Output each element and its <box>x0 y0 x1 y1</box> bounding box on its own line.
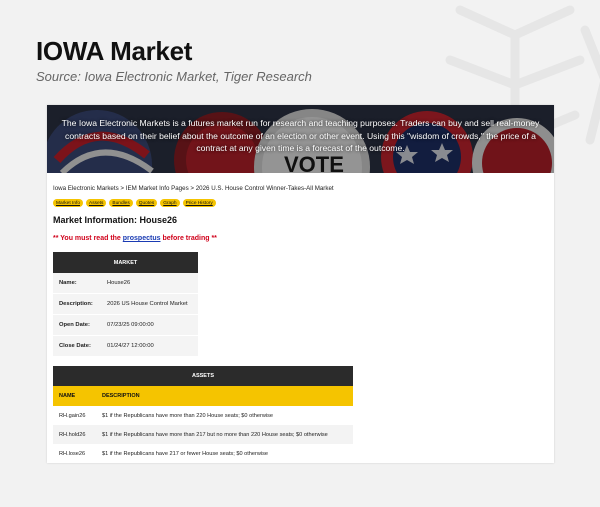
tab-assets[interactable]: Assets <box>86 199 107 207</box>
table-row: RH.hold26 $1 if the Republicans have mor… <box>53 425 353 444</box>
row-value: 2026 US House Control Market <box>101 293 198 315</box>
row-value: 07/23/25 09:00:00 <box>101 314 198 336</box>
assets-table-header: ASSETS <box>53 366 353 386</box>
page-title: IOWA Market <box>36 36 193 66</box>
tab-price-history[interactable]: Price History <box>182 199 216 207</box>
row-label: Description: <box>53 293 101 315</box>
asset-name: RH.lose26 <box>59 450 86 457</box>
market-table: MARKET Name: House26 Description: 2026 U… <box>53 252 198 357</box>
row-label: Open Date: <box>53 314 101 336</box>
market-heading: Market Information: House26 <box>53 215 178 225</box>
row-value: 01/24/27 12:00:00 <box>101 335 198 357</box>
table-row: Description: 2026 US House Control Marke… <box>53 293 198 315</box>
row-label: Close Date: <box>53 335 101 357</box>
row-value: House26 <box>101 273 198 294</box>
tab-quotes[interactable]: Quotes <box>135 199 158 207</box>
asset-name: RH.hold26 <box>53 425 96 444</box>
table-row: RH.gain26 $1 if the Republicans have mor… <box>53 406 353 425</box>
breadcrumb[interactable]: Iowa Electronic Markets > IEM Market Inf… <box>53 185 334 192</box>
table-row: RH.lose26 $1 if the Republicans have 217… <box>53 444 353 463</box>
asset-description: $1 if the Republicans have 217 or fewer … <box>102 450 269 457</box>
warning-suffix: before trading ** <box>162 235 217 242</box>
hero-banner: VOTE The Iowa Electronic Markets is a fu… <box>47 105 554 173</box>
asset-description: $1 if the Republicans have more than 220… <box>102 412 274 419</box>
market-tabs: Market Info Assets Bundles Quotes Graph … <box>53 199 216 207</box>
column-header-description: DESCRIPTION <box>96 386 353 406</box>
asset-description: $1 if the Republicans have more than 217… <box>96 425 353 444</box>
market-table-header: MARKET <box>53 252 198 273</box>
iem-screenshot: VOTE The Iowa Electronic Markets is a fu… <box>47 105 554 463</box>
table-row: Close Date: 01/24/27 12:00:00 <box>53 335 198 357</box>
page-subtitle: Source: Iowa Electronic Market, Tiger Re… <box>36 69 312 84</box>
hero-description: The Iowa Electronic Markets is a futures… <box>61 118 540 154</box>
warning-prefix: ** You must read the <box>53 235 121 242</box>
column-header-name: NAME <box>53 386 96 406</box>
prospectus-link[interactable]: prospectus <box>123 235 161 242</box>
prospectus-warning: ** You must read the prospectus before t… <box>53 235 217 242</box>
tab-market-info[interactable]: Market Info <box>53 199 83 207</box>
table-row: Name: House26 <box>53 273 198 294</box>
row-label: Name: <box>53 273 101 294</box>
tab-bundles[interactable]: Bundles <box>109 199 133 207</box>
table-row: Open Date: 07/23/25 09:00:00 <box>53 314 198 336</box>
asset-name: RH.gain26 <box>59 412 86 419</box>
tab-graph[interactable]: Graph <box>160 199 180 207</box>
assets-table: ASSETS NAME DESCRIPTION RH.gain26 $1 if … <box>53 366 353 463</box>
